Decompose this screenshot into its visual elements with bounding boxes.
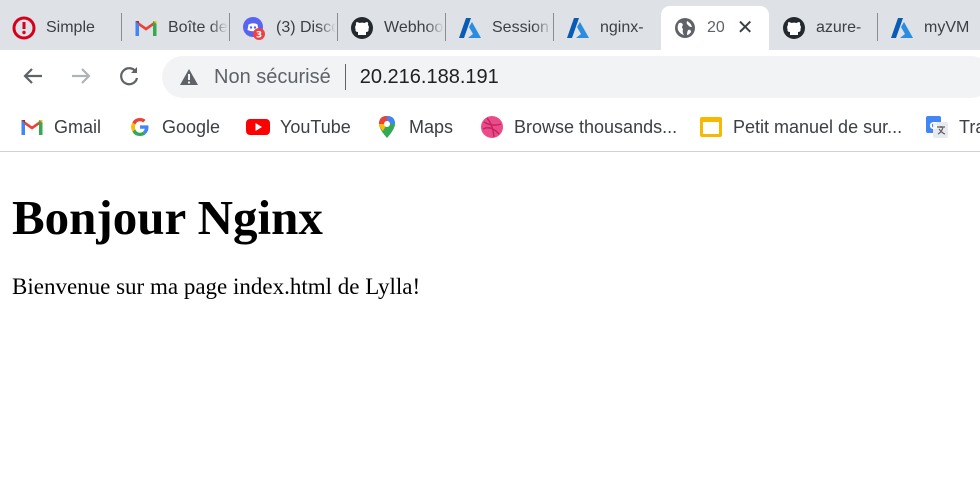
address-divider [344,64,346,90]
bookmark-dribbble[interactable]: Browse thousands... [480,114,677,140]
warning-icon[interactable] [178,66,200,88]
tab-strip: Simple Boîte de 3 (3) Discord Webhook Se… [0,0,980,50]
maps-pin-icon [375,115,399,139]
bookmark-label: Browse thousands... [514,116,678,137]
bookmark-label: Petit manuel de sur... [733,116,903,137]
tab-label: 20 [707,19,725,36]
back-button[interactable] [17,60,49,92]
simplon-icon [12,16,36,40]
tab-github-azure[interactable]: azure- [770,6,876,50]
gmail-icon [134,16,158,40]
globe-icon [673,16,697,40]
bookmark-label: Gmail [54,116,102,137]
dribbble-icon [480,115,504,139]
tab-label: azure- [816,19,862,36]
google-translate-icon: G [925,115,949,139]
tab-azure-session[interactable]: Session [446,6,552,50]
tab-azure-myvm[interactable]: myVM [878,6,980,50]
reload-button[interactable] [113,60,145,92]
arrow-left-icon [23,68,42,84]
yellow-doc-icon [699,115,723,139]
azure-icon [890,16,914,40]
bookmark-label: Google [162,116,221,137]
tab-discord[interactable]: 3 (3) Discord [230,6,336,50]
browser-toolbar: Non sécurisé 20.216.188.191 [0,50,980,102]
web-page-content: Bonjour Nginx Bienvenue sur ma page inde… [0,153,980,498]
arrow-right-icon [72,68,91,84]
github-icon [782,16,806,40]
tab-label: nginx- [600,19,644,36]
youtube-icon [246,115,270,139]
bookmark-youtube[interactable]: YouTube [246,114,351,140]
bookmark-maps[interactable]: Maps [375,114,453,140]
github-icon [350,16,374,40]
gmail-icon [20,115,44,139]
discord-badge: 3 [256,31,262,41]
tab-label: Simple [46,19,95,36]
tab-active-ip[interactable]: 20 ✕ [661,6,769,50]
google-icon [128,115,152,139]
bookmarks-bar: Gmail Google YouTube Maps Browse thousan… [0,102,980,152]
page-paragraph: Bienvenue sur ma page index.html de Lyll… [12,274,421,299]
svg-text:G: G [929,121,937,132]
bookmark-translate[interactable]: G Tra [925,114,980,140]
tab-gmail[interactable]: Boîte de [122,6,228,50]
forward-button[interactable] [65,60,97,92]
tab-simplon[interactable]: Simple [0,6,120,50]
bookmark-petit-manuel[interactable]: Petit manuel de sur... [699,114,902,140]
page-heading: Bonjour Nginx [12,190,323,245]
address-bar[interactable]: Non sécurisé 20.216.188.191 [162,56,980,98]
url-text[interactable]: 20.216.188.191 [360,66,499,89]
tab-label: myVM [924,19,970,36]
tab-azure-nginx[interactable]: nginx- [554,6,660,50]
tab-github-webhook[interactable]: Webhook [338,6,444,50]
bookmark-label: Maps [409,116,454,137]
reload-icon [120,67,139,86]
azure-icon [566,16,590,40]
bookmark-label: Tra [959,116,980,137]
close-tab-icon[interactable]: ✕ [737,18,754,38]
bookmark-google[interactable]: Google [128,114,220,140]
bookmark-label: YouTube [280,116,351,137]
security-status-label[interactable]: Non sécurisé [214,66,331,89]
azure-icon [458,16,482,40]
bookmark-gmail[interactable]: Gmail [20,114,101,140]
discord-icon: 3 [242,16,266,40]
